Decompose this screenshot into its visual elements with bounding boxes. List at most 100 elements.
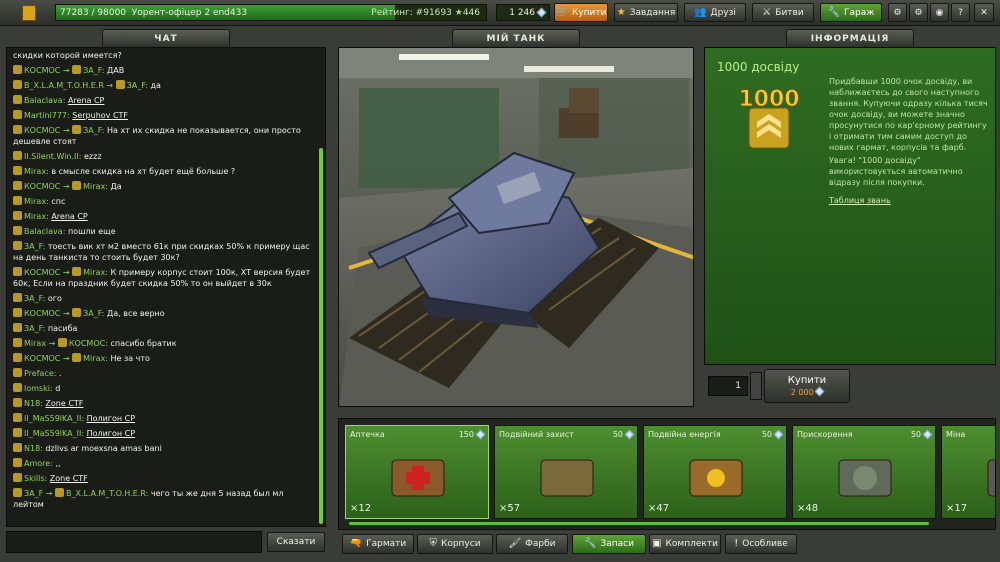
- chat-text: пасиба: [47, 324, 78, 333]
- battle-link[interactable]: Zone CTF: [45, 399, 83, 408]
- chat-recipient[interactable]: КОСМОС: [69, 339, 105, 348]
- buy-item-button[interactable]: Купити 2 000: [764, 369, 850, 403]
- rank-icon: [13, 125, 22, 134]
- chat-sender[interactable]: КОСМОС: [24, 182, 60, 191]
- chat-message: Preface: .: [9, 366, 315, 381]
- chat-text: спс: [51, 197, 66, 206]
- chat-recipient[interactable]: Mirax: [83, 268, 105, 277]
- supply-item-mine[interactable]: Міна ×17: [941, 425, 995, 519]
- chat-sender[interactable]: N18: [24, 444, 40, 453]
- battle-link[interactable]: Полигон CP: [87, 429, 136, 438]
- garage-button[interactable]: 🔧 Гараж: [820, 3, 882, 22]
- premium-icon[interactable]: ◉: [930, 3, 949, 22]
- chat-sender[interactable]: ЗА_F: [24, 294, 43, 303]
- tab-supplies[interactable]: 🔧 Запаси: [572, 534, 646, 554]
- supply-item-medkit[interactable]: Аптечка 150 ×12: [345, 425, 489, 519]
- battle-link[interactable]: Zone CTF: [50, 474, 88, 483]
- chat-input[interactable]: [6, 531, 262, 553]
- chat-sender[interactable]: КОСМОС: [24, 354, 60, 363]
- battles-button[interactable]: ⚔ Битви: [752, 3, 814, 22]
- chat-sender[interactable]: Skills: [24, 474, 45, 483]
- chat-recipient[interactable]: Mirax: [83, 182, 105, 191]
- chat-sender[interactable]: Mirax: [24, 339, 46, 348]
- supply-item-nitro[interactable]: Прискорення 50 ×48: [792, 425, 936, 519]
- chat-recipient[interactable]: B_X.L.A.M_T.O.H.E.R: [66, 489, 146, 498]
- chat-sender[interactable]: КОСМОС: [24, 268, 60, 277]
- chat-sender[interactable]: II_MaS59lKA_II: [24, 414, 81, 423]
- buy-item-price: 2 000: [790, 388, 814, 397]
- tab-kits[interactable]: ▣ Комплекти: [649, 534, 721, 554]
- chat-sender[interactable]: Mirax: [24, 167, 46, 176]
- tab-paint[interactable]: 🖌 Фарби: [496, 534, 568, 554]
- chat-sender[interactable]: Mirax: [24, 197, 46, 206]
- chat-sender[interactable]: II.Silent.Win.II: [24, 152, 79, 161]
- rank-icon: [72, 181, 82, 190]
- rank-icon: [13, 166, 22, 175]
- medkit-icon: [384, 444, 452, 506]
- chat-messages: скидки которой имеется? КОСМОС → ЗА_F: ДА…: [9, 48, 315, 526]
- chat-message: lomski: d: [9, 381, 315, 396]
- supply-item-double-damage[interactable]: Подвійна енергія 50 ×47: [643, 425, 787, 519]
- chat-sender[interactable]: КОСМОС: [24, 126, 60, 135]
- supplies-icon: 🔧: [584, 538, 597, 549]
- chat-sender[interactable]: B_X.L.A.M_T.O.H.E.R: [24, 81, 104, 90]
- rank-icon: [13, 211, 22, 220]
- chat-sender[interactable]: КОСМОС: [24, 309, 60, 318]
- info-panel: 1000 досвіду 1000 Придбавши 1000 очок до…: [704, 47, 996, 365]
- chat-sender[interactable]: КОСМОС: [24, 66, 60, 75]
- tab-hull[interactable]: ⛨ Корпуси: [417, 534, 493, 554]
- quantity-stepper[interactable]: [750, 372, 762, 400]
- supply-item-double-armor[interactable]: Подвійний захист 50 ×57: [494, 425, 638, 519]
- chat-sender[interactable]: Martini777: [24, 111, 67, 120]
- rank-icon: [13, 80, 22, 89]
- chat-sender[interactable]: Amore: [24, 459, 50, 468]
- gears-icon[interactable]: ⚙: [909, 3, 928, 22]
- rank-icon: [13, 368, 22, 377]
- tab-turret[interactable]: 🔫 Гармати: [342, 534, 414, 554]
- supply-count: ×47: [648, 503, 670, 514]
- badge-number: 1000: [738, 87, 799, 112]
- chat-recipient[interactable]: ЗА_F: [83, 309, 102, 318]
- battle-link[interactable]: Arena CP: [68, 96, 104, 105]
- chat-text: dzlivs ar moexsna amas bani: [45, 444, 162, 453]
- friends-button[interactable]: 👥 Друзі: [684, 3, 746, 22]
- supplies-list: Аптечка 150 ×12 Подвійний захист 50 ×57 Подвій…: [338, 418, 996, 530]
- help-icon[interactable]: ?: [951, 3, 970, 22]
- info-heading: 1000 досвіду: [717, 60, 800, 74]
- ranks-table-link[interactable]: Таблиця звань: [829, 196, 891, 205]
- chat-sender[interactable]: Balaclava: [24, 227, 63, 236]
- settings-icon[interactable]: ⚙: [888, 3, 907, 22]
- buy-crystals-button[interactable]: 🛒 Купити: [554, 3, 608, 22]
- chat-sender[interactable]: N18: [24, 399, 40, 408]
- chat-sender[interactable]: Balaclava: [24, 96, 63, 105]
- close-icon[interactable]: ✕: [974, 3, 994, 22]
- chat-sender[interactable]: ЗА_F: [24, 242, 43, 251]
- chat-sender[interactable]: Mirax: [24, 212, 46, 221]
- missions-button[interactable]: ★ Завдання: [614, 3, 678, 22]
- chat-sender[interactable]: ЗА_F: [24, 324, 43, 333]
- battle-link[interactable]: Полигон CP: [87, 414, 136, 423]
- rank-icon: [57, 338, 67, 347]
- battle-link[interactable]: Arena CP: [51, 212, 87, 221]
- crystal-icon: [536, 7, 547, 18]
- chat-recipient[interactable]: Mirax: [83, 354, 105, 363]
- battle-link[interactable]: Serpuhov CTF: [72, 111, 128, 120]
- chat-recipient[interactable]: ЗА_F: [83, 126, 102, 135]
- cart-icon: 🛒: [555, 6, 568, 18]
- chat-sender[interactable]: ЗА_F: [24, 489, 43, 498]
- chat-text: в смысле скидка на хт будет ещё больше ?: [51, 167, 236, 176]
- chat-sender[interactable]: Preface: [24, 369, 54, 378]
- chat-message: ЗА_F → B_X.L.A.M_T.O.H.E.R: чего ты же д…: [13, 488, 284, 509]
- chat-scrollbar[interactable]: [319, 148, 323, 524]
- garage-3d-view[interactable]: [338, 47, 694, 407]
- chat-sender[interactable]: lomski: [24, 384, 50, 393]
- say-button[interactable]: Сказати: [267, 532, 325, 552]
- items-scrollbar[interactable]: [349, 522, 929, 525]
- chat-recipient[interactable]: ЗА_F: [127, 81, 146, 90]
- chat-sender[interactable]: II_MaS59lKA_II: [24, 429, 81, 438]
- quantity-input[interactable]: 1: [708, 376, 748, 396]
- kits-icon: ▣: [652, 538, 662, 549]
- wrench-icon: 🔧: [827, 6, 841, 18]
- chat-recipient[interactable]: ЗА_F: [83, 66, 102, 75]
- tab-special[interactable]: ! Особливе: [725, 534, 797, 554]
